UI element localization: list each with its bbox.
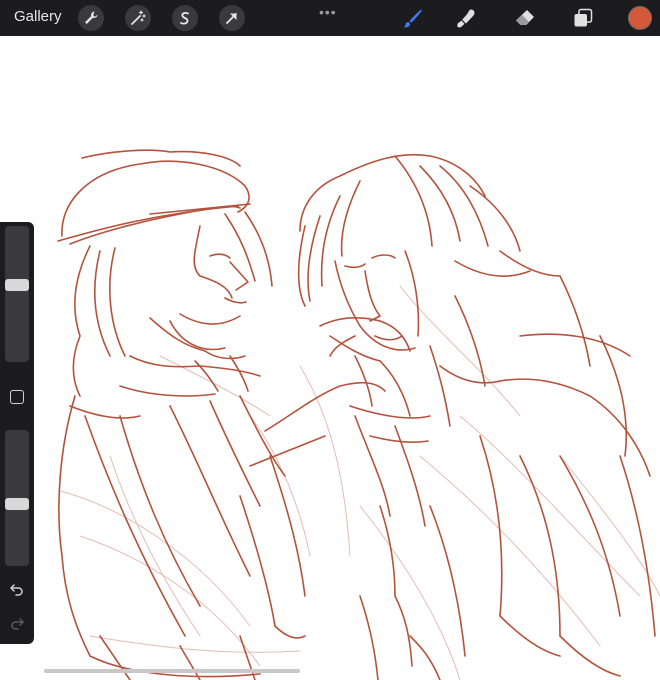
side-panel — [0, 222, 34, 644]
wrench-icon[interactable] — [78, 5, 104, 31]
modify-button[interactable] — [10, 390, 24, 404]
magic-wand-icon[interactable] — [125, 5, 151, 31]
brush-icon[interactable] — [401, 6, 425, 30]
brush-size-thumb[interactable] — [5, 279, 29, 292]
eraser-icon[interactable] — [513, 6, 537, 30]
layers-icon[interactable] — [571, 6, 595, 30]
top-toolbar: Gallery ••• — [0, 0, 660, 36]
more-menu-icon[interactable]: ••• — [319, 4, 337, 20]
selection-icon[interactable] — [172, 5, 198, 31]
undo-icon[interactable] — [8, 580, 26, 598]
redo-icon[interactable] — [8, 614, 26, 632]
home-indicator[interactable] — [44, 669, 300, 673]
brush-size-slider[interactable] — [5, 226, 29, 362]
sketch-artwork — [57, 149, 660, 680]
gallery-button[interactable]: Gallery — [14, 8, 62, 25]
transform-arrow-icon[interactable] — [219, 5, 245, 31]
color-picker-button[interactable] — [628, 6, 652, 30]
opacity-slider[interactable] — [5, 430, 29, 566]
smudge-icon[interactable] — [455, 6, 479, 30]
drawing-canvas[interactable] — [0, 36, 660, 680]
opacity-thumb[interactable] — [5, 498, 29, 511]
